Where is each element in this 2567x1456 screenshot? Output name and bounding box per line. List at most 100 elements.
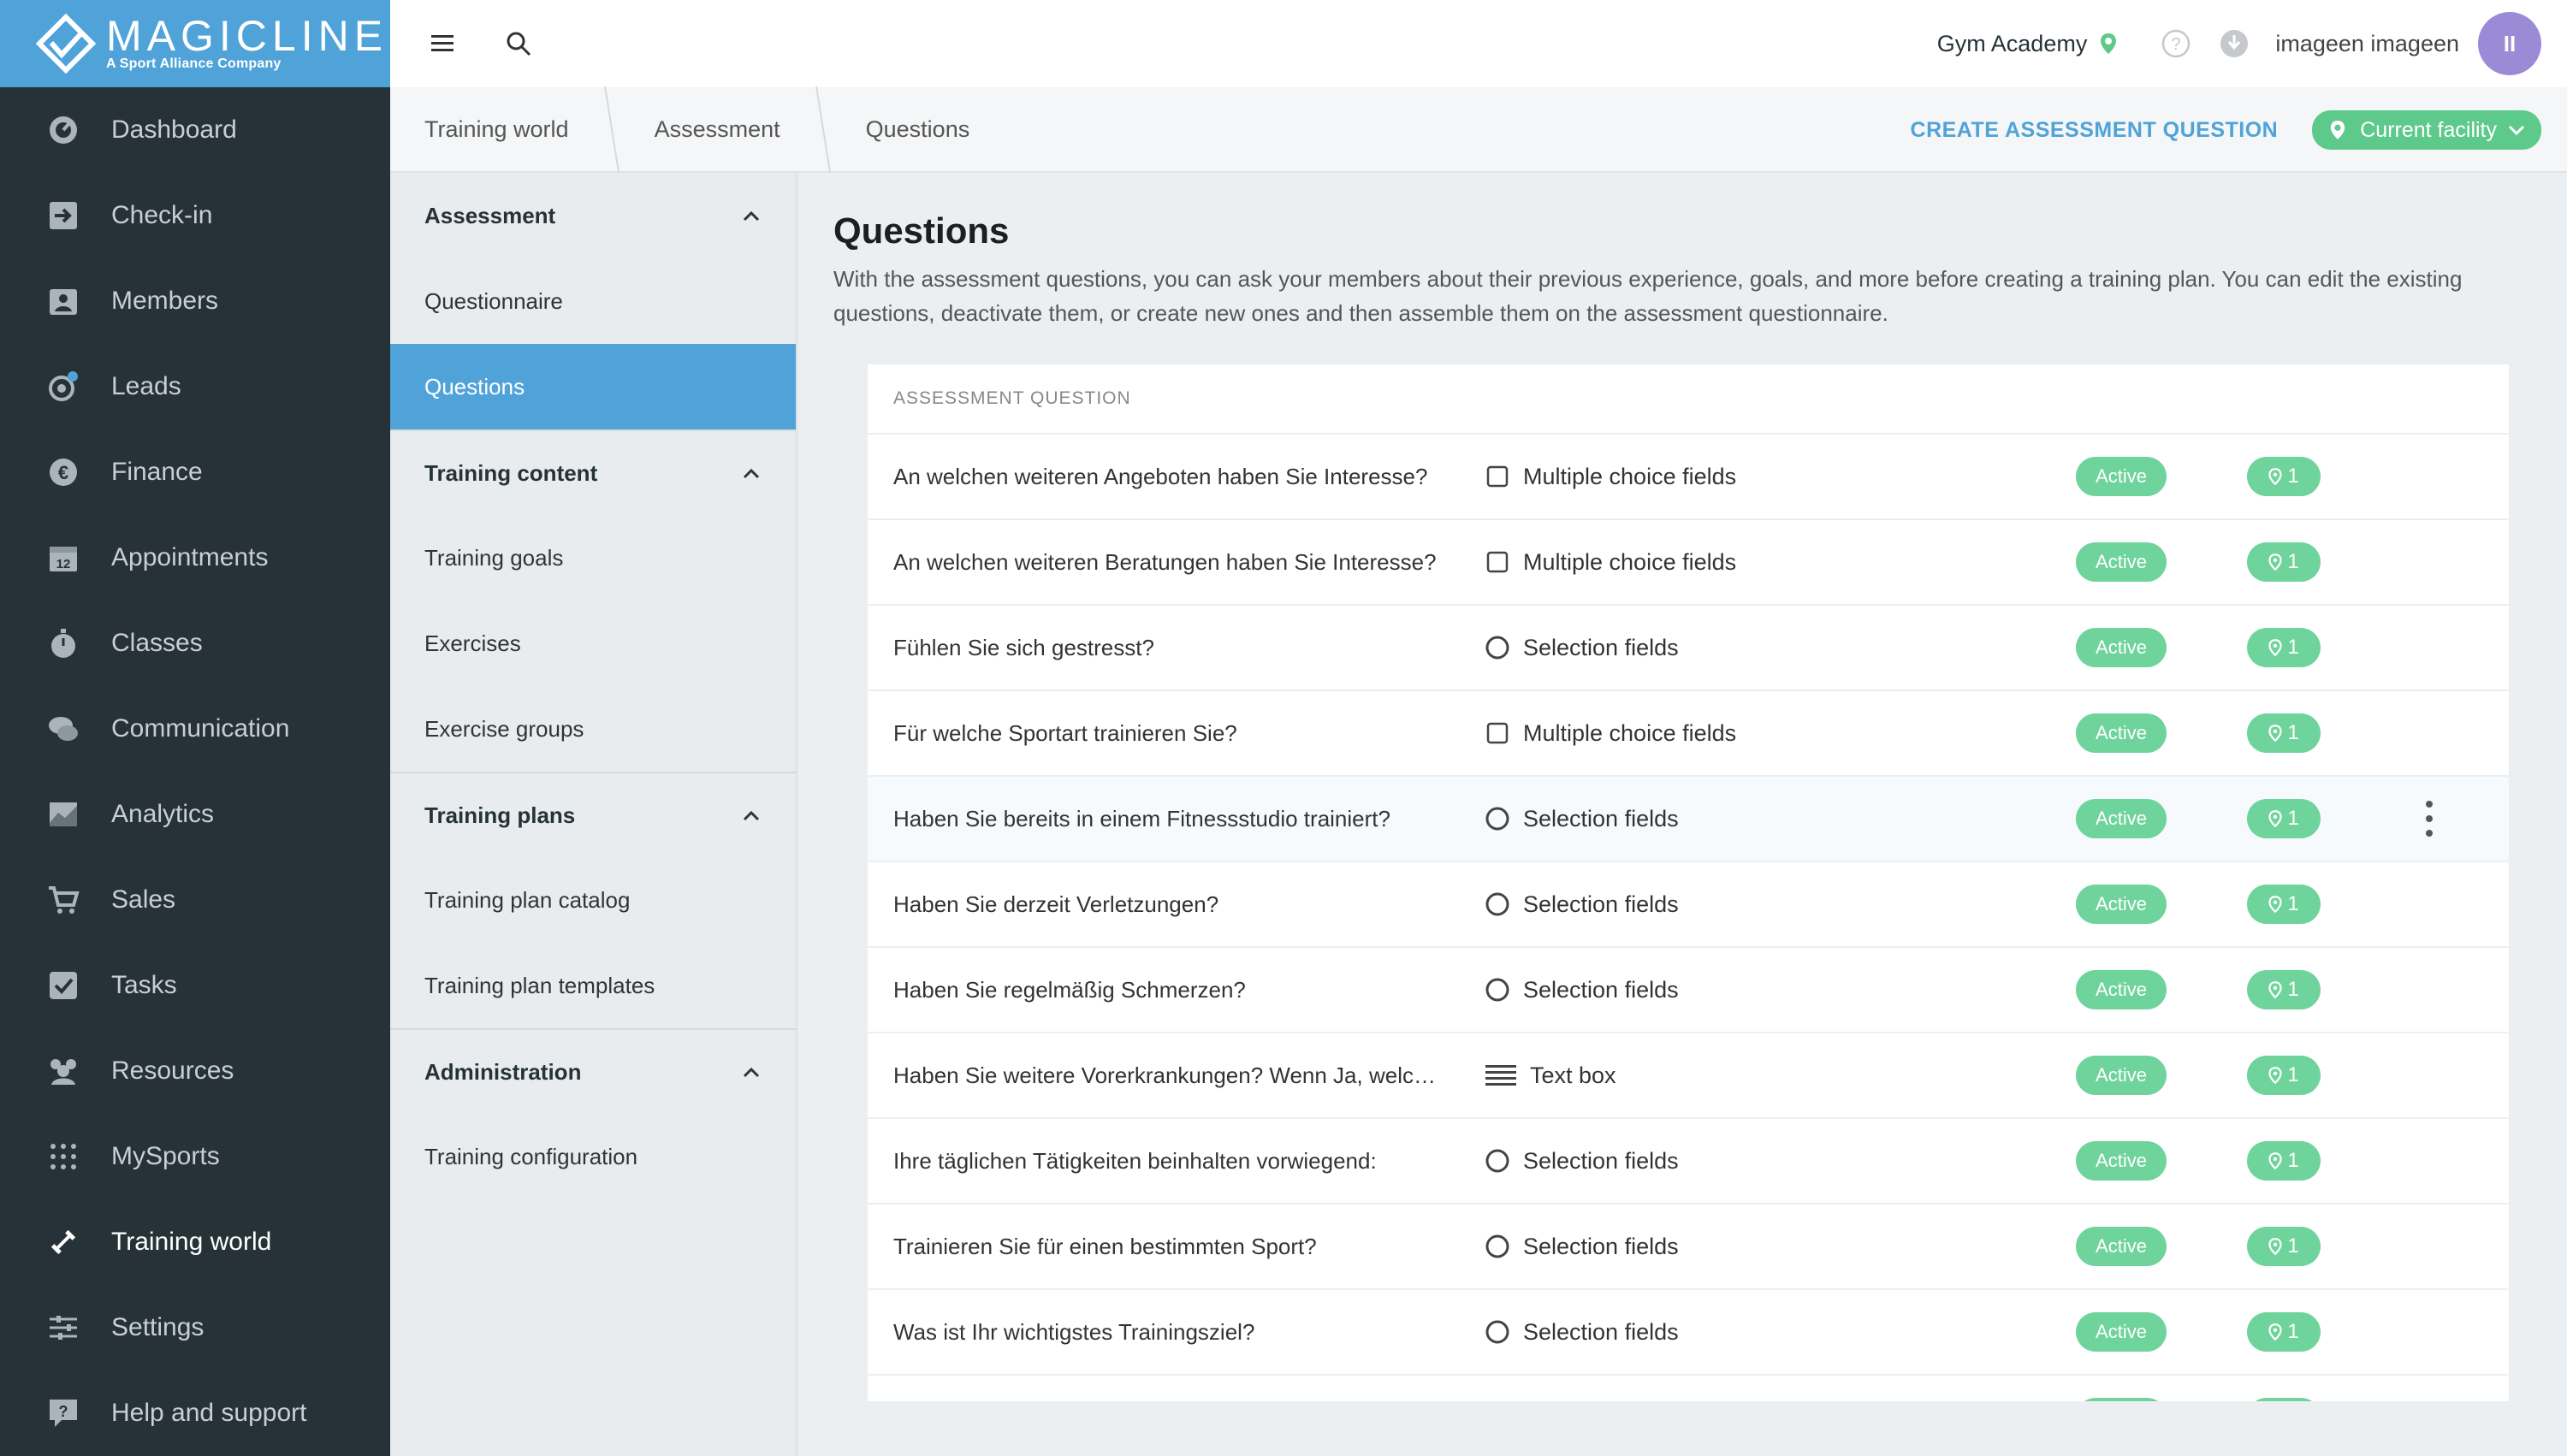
- chart-icon: [46, 797, 80, 832]
- questions-table: ASSESSMENT QUESTION An welchen weiteren …: [868, 364, 2509, 1401]
- sidebar-item-help-and-support[interactable]: ? Help and support: [0, 1370, 390, 1456]
- checkbox-icon: [1484, 719, 1511, 747]
- more-options-icon[interactable]: [2416, 797, 2442, 840]
- table-row[interactable]: Trainieren Sie für einen bestimmten Spor…: [868, 1204, 2509, 1290]
- gym-selector[interactable]: Gym Academy: [1937, 31, 2088, 57]
- radio-icon: [1484, 976, 1511, 1003]
- question-text[interactable]: Was ist Ihr wichtigstes Trainingsziel?: [893, 1319, 1449, 1346]
- download-icon[interactable]: [2219, 28, 2250, 59]
- question-text[interactable]: Haben Sie derzeit Verletzungen?: [893, 891, 1449, 918]
- subnav-section-assessment[interactable]: Assessment: [390, 173, 796, 258]
- table-row[interactable]: Haben Sie weitere Vorerkrankungen? Wenn …: [868, 1033, 2509, 1119]
- sidebar-item-sales[interactable]: Sales: [0, 857, 390, 943]
- logo[interactable]: MAGICLINE A Sport Alliance Company: [0, 0, 390, 87]
- sidebar-item-label: MySports: [111, 1142, 220, 1170]
- subnav-item-questionnaire[interactable]: Questionnaire: [390, 258, 796, 344]
- checkbox-icon: [46, 968, 80, 1003]
- table-row[interactable]: Fühlen Sie sich gestresst? Selection fiel…: [868, 606, 2509, 691]
- table-row[interactable]: Für welche Sportart trainieren Sie? Multi…: [868, 691, 2509, 777]
- question-text[interactable]: Haben Sie weitere Vorerkrankungen? Wenn …: [893, 1062, 1449, 1089]
- question-text[interactable]: Haben Sie regelmäßig Schmerzen?: [893, 977, 1449, 1003]
- location-badge: [2247, 1398, 2321, 1401]
- location-count-badge: 1: [2247, 1056, 2321, 1095]
- subnav-item-training-plan-templates[interactable]: Training plan templates: [390, 943, 796, 1028]
- question-text[interactable]: Fühlen Sie sich gestresst?: [893, 635, 1449, 661]
- user-name[interactable]: imageen imageen: [2275, 31, 2459, 57]
- page-title: Questions: [833, 210, 1010, 251]
- table-row[interactable]: Haben Sie bereits in einem Fitnessstudio…: [868, 777, 2509, 862]
- avatar[interactable]: II: [2478, 12, 2541, 75]
- subnav-item-questions[interactable]: Questions: [390, 344, 796, 429]
- subnav-section-administration[interactable]: Administration: [390, 1028, 796, 1114]
- question-text[interactable]: An welchen weiteren Beratungen haben Sie…: [893, 549, 1449, 576]
- table-row-partial: [868, 1376, 2509, 1401]
- subnav-item-exercise-groups[interactable]: Exercise groups: [390, 686, 796, 772]
- table-row[interactable]: Was ist Ihr wichtigstes Trainingsziel? Se…: [868, 1290, 2509, 1376]
- chevron-up-icon[interactable]: [741, 203, 762, 229]
- question-type-label: Selection fields: [1523, 1318, 1679, 1345]
- subnav-section-training-content[interactable]: Training content: [390, 429, 796, 515]
- table-row[interactable]: Haben Sie regelmäßig Schmerzen? Selection…: [868, 948, 2509, 1033]
- help-circle-icon[interactable]: ?: [2161, 28, 2191, 59]
- location-count: 1: [2287, 807, 2299, 830]
- sidebar-item-label: Communication: [111, 714, 290, 743]
- sidebar-item-members[interactable]: Members: [0, 258, 390, 344]
- table-header-assessment-question: ASSESSMENT QUESTION: [868, 364, 2509, 435]
- breadcrumb-assessment[interactable]: Assessment: [620, 86, 815, 172]
- question-type: Multiple choice fields: [1484, 719, 1736, 747]
- subnav-item-exercises[interactable]: Exercises: [390, 601, 796, 686]
- sidebar-item-appointments[interactable]: 12 Appointments: [0, 515, 390, 601]
- mysports-icon: [46, 1139, 80, 1174]
- question-text[interactable]: Haben Sie bereits in einem Fitnessstudio…: [893, 806, 1449, 832]
- sidebar-item-check-in[interactable]: Check-in: [0, 173, 390, 258]
- sidebar-item-resources[interactable]: Resources: [0, 1028, 390, 1114]
- breadcrumb-training-world[interactable]: Training world: [390, 86, 603, 172]
- sidebar-item-analytics[interactable]: Analytics: [0, 772, 390, 857]
- hamburger-menu-icon[interactable]: [424, 25, 462, 62]
- subnav-section-training-plans[interactable]: Training plans: [390, 772, 796, 857]
- question-text[interactable]: An welchen weiteren Angeboten haben Sie …: [893, 464, 1449, 490]
- sidebar-item-leads[interactable]: Leads: [0, 344, 390, 429]
- search-icon[interactable]: [500, 25, 537, 62]
- current-facility-button[interactable]: Current facility: [2312, 110, 2541, 150]
- location-pin-icon: [2268, 725, 2282, 743]
- sidebar-item-tasks[interactable]: Tasks: [0, 943, 390, 1028]
- breadcrumb: Training world Assessment Questions CREA…: [390, 86, 2567, 173]
- dashboard-icon: [46, 113, 80, 147]
- table-row[interactable]: An welchen weiteren Beratungen haben Sie…: [868, 520, 2509, 606]
- chevron-up-icon[interactable]: [741, 1059, 762, 1086]
- radio-icon: [1484, 891, 1511, 918]
- svg-text:12: 12: [56, 557, 71, 571]
- sidebar-item-mysports[interactable]: MySports: [0, 1114, 390, 1199]
- table-row[interactable]: Ihre täglichen Tätigkeiten beinhalten vo…: [868, 1119, 2509, 1204]
- leads-icon: [46, 370, 80, 404]
- location-count: 1: [2287, 1234, 2299, 1258]
- chevron-up-icon[interactable]: [741, 460, 762, 487]
- status-badge: Active: [2076, 1227, 2167, 1266]
- question-type-label: Selection fields: [1523, 976, 1679, 1003]
- question-text[interactable]: Trainieren Sie für einen bestimmten Spor…: [893, 1234, 1449, 1260]
- chevron-up-icon[interactable]: [741, 802, 762, 829]
- sidebar-item-classes[interactable]: Classes: [0, 601, 390, 686]
- sidebar-item-label: Check-in: [111, 201, 213, 229]
- location-count: 1: [2287, 465, 2299, 488]
- sidebar-item-dashboard[interactable]: Dashboard: [0, 87, 390, 173]
- sidebar-item-training-world[interactable]: Training world: [0, 1199, 390, 1285]
- status-badge: Active: [2076, 1312, 2167, 1352]
- table-row[interactable]: Haben Sie derzeit Verletzungen? Selection…: [868, 862, 2509, 948]
- sidebar-item-label: Appointments: [111, 543, 269, 571]
- table-row[interactable]: An welchen weiteren Angeboten haben Sie …: [868, 435, 2509, 520]
- location-count: 1: [2287, 892, 2299, 915]
- question-text[interactable]: Für welche Sportart trainieren Sie?: [893, 720, 1449, 747]
- cart-icon: [46, 883, 80, 917]
- subnav-item-training-plan-catalog[interactable]: Training plan catalog: [390, 857, 796, 943]
- svg-text:?: ?: [59, 1403, 68, 1420]
- question-text[interactable]: Ihre täglichen Tätigkeiten beinhalten vo…: [893, 1148, 1449, 1175]
- sidebar-item-finance[interactable]: € Finance: [0, 429, 390, 515]
- sidebar-item-settings[interactable]: Settings: [0, 1285, 390, 1370]
- sidebar-item-communication[interactable]: Communication: [0, 686, 390, 772]
- location-count: 1: [2287, 978, 2299, 1001]
- subnav-item-training-configuration[interactable]: Training configuration: [390, 1114, 796, 1199]
- create-assessment-question-button[interactable]: CREATE ASSESSMENT QUESTION: [1911, 118, 2279, 143]
- subnav-item-training-goals[interactable]: Training goals: [390, 515, 796, 601]
